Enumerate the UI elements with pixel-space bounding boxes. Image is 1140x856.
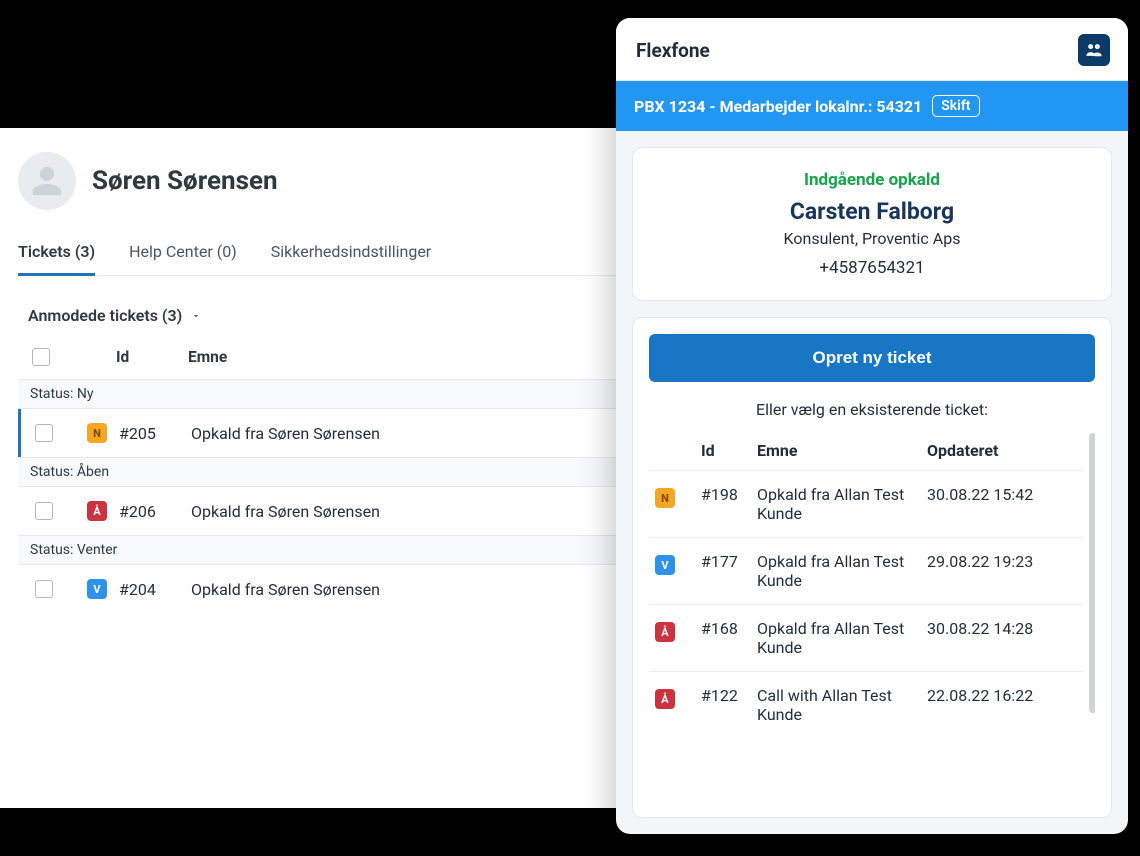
- list-item[interactable]: V #177Opkald fra Allan Test Kunde29.08.22…: [649, 537, 1083, 604]
- ticket-id: #122: [701, 686, 757, 705]
- list-item[interactable]: N #198Opkald fra Allan Test Kunde30.08.22…: [649, 470, 1083, 537]
- status-badge: N: [87, 423, 107, 443]
- status-badge: V: [655, 555, 675, 575]
- ticket-updated: 30.08.22 14:28: [927, 619, 1077, 638]
- user-icon: [30, 164, 64, 198]
- pbx-line: PBX 1234 - Medarbejder lokalnr.: 54321: [634, 97, 922, 116]
- flexfone-panel: Flexfone PBX 1234 - Medarbejder lokalnr.…: [616, 18, 1128, 834]
- ticket-id: #204: [119, 580, 191, 599]
- caller-phone: +4587654321: [653, 258, 1091, 278]
- list-item[interactable]: Å #122Call with Allan Test Kunde22.08.22 …: [649, 671, 1083, 738]
- ticket-updated: 29.08.22 19:23: [927, 552, 1077, 571]
- ticket-id: #198: [701, 485, 757, 504]
- status-badge: Å: [655, 622, 675, 642]
- mini-grid-header: Id Emne Opdateret: [649, 433, 1083, 470]
- ticket-id: #168: [701, 619, 757, 638]
- caller-name: Carsten Falborg: [653, 198, 1091, 225]
- mini-scrollbar[interactable]: [1089, 433, 1095, 813]
- tab-help-center[interactable]: Help Center (0): [129, 232, 237, 275]
- skift-button[interactable]: Skift: [932, 95, 979, 117]
- incoming-call-card: Indgående opkald Carsten Falborg Konsule…: [632, 147, 1112, 301]
- or-text: Eller vælg en eksisterende ticket:: [649, 400, 1095, 419]
- ticket-subject: Opkald fra Søren Sørensen: [191, 424, 672, 443]
- call-status: Indgående opkald: [653, 170, 1091, 190]
- pbx-bar: PBX 1234 - Medarbejder lokalnr.: 54321 S…: [616, 81, 1128, 131]
- col-subject: Emne: [188, 348, 672, 366]
- panel-header-button[interactable]: [1078, 34, 1110, 66]
- mini-col-id: Id: [701, 441, 757, 460]
- ticket-subject: Opkald fra Allan Test Kunde: [757, 485, 927, 523]
- ticket-updated: 22.08.22 16:22: [927, 686, 1077, 705]
- row-checkbox[interactable]: [35, 424, 53, 442]
- caller-role: Konsulent, Proventic Aps: [653, 229, 1091, 248]
- ticket-subject: Opkald fra Søren Sørensen: [191, 502, 672, 521]
- row-checkbox[interactable]: [35, 502, 53, 520]
- status-badge: N: [655, 488, 675, 508]
- avatar: [18, 152, 76, 210]
- ticket-subject: Call with Allan Test Kunde: [757, 686, 927, 724]
- ticket-subject: Opkald fra Allan Test Kunde: [757, 552, 927, 590]
- section-title-label: Anmodede tickets (3): [28, 306, 182, 325]
- user-name: Søren Sørensen: [92, 166, 278, 196]
- ticket-id: #206: [119, 502, 191, 521]
- status-badge: Å: [655, 689, 675, 709]
- chevron-down-icon: [190, 310, 202, 322]
- col-id: Id: [116, 348, 188, 366]
- mini-col-updated: Opdateret: [927, 441, 1077, 460]
- panel-title: Flexfone: [636, 39, 710, 62]
- ticket-updated: 30.08.22 15:42: [927, 485, 1077, 504]
- create-ticket-button[interactable]: Opret ny ticket: [649, 334, 1095, 382]
- mini-col-subject: Emne: [757, 441, 927, 460]
- ticket-subject: Opkald fra Allan Test Kunde: [757, 619, 927, 657]
- tab-tickets[interactable]: Tickets (3): [18, 232, 95, 276]
- status-badge: Å: [87, 501, 107, 521]
- ticket-id: #205: [119, 424, 191, 443]
- status-badge: V: [87, 579, 107, 599]
- ticket-id: #177: [701, 552, 757, 571]
- mini-scrollbar-thumb[interactable]: [1089, 433, 1095, 713]
- list-item[interactable]: Å #168Opkald fra Allan Test Kunde30.08.22…: [649, 604, 1083, 671]
- tab-security-settings[interactable]: Sikkerhedsindstillinger: [271, 232, 431, 275]
- team-icon: [1084, 40, 1104, 60]
- row-checkbox[interactable]: [35, 580, 53, 598]
- ticket-subject: Opkald fra Søren Sørensen: [191, 580, 672, 599]
- existing-tickets-card: Opret ny ticket Eller vælg en eksisteren…: [632, 317, 1112, 818]
- select-all-checkbox[interactable]: [32, 348, 50, 366]
